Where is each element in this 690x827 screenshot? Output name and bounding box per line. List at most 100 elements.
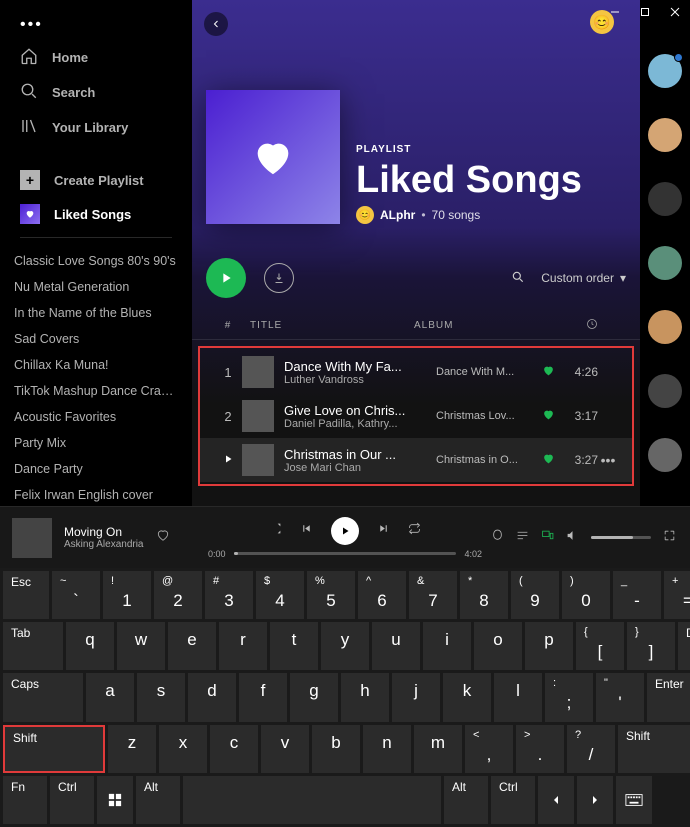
- track-row[interactable]: Christmas in Our ...Jose Mari Chan Chris…: [200, 438, 632, 482]
- key-space[interactable]: [183, 776, 441, 824]
- key-z[interactable]: z: [108, 725, 156, 773]
- key-0[interactable]: )0: [562, 571, 610, 619]
- sort-dropdown[interactable]: Custom order ▾: [541, 271, 626, 285]
- track-album[interactable]: Dance With M...: [436, 366, 536, 378]
- queue-button[interactable]: [516, 529, 529, 547]
- key-w[interactable]: w: [117, 622, 165, 670]
- repeat-button[interactable]: [408, 522, 421, 540]
- liked-icon[interactable]: [536, 452, 560, 468]
- key-c[interactable]: c: [210, 725, 258, 773]
- fullscreen-button[interactable]: [663, 529, 676, 547]
- friend-avatar[interactable]: [648, 438, 682, 472]
- liked-songs-nav[interactable]: Liked Songs: [0, 197, 192, 231]
- next-button[interactable]: [377, 522, 390, 540]
- key-j[interactable]: j: [392, 673, 440, 721]
- liked-icon[interactable]: [536, 408, 560, 424]
- liked-icon[interactable]: [536, 364, 560, 380]
- key-k[interactable]: k: [443, 673, 491, 721]
- key-a[interactable]: a: [86, 673, 134, 721]
- like-button[interactable]: [156, 528, 170, 547]
- key-ctrl[interactable]: Ctrl: [50, 776, 94, 824]
- friend-avatar[interactable]: [648, 54, 682, 88]
- key-arrow-left[interactable]: [538, 776, 574, 824]
- friend-avatar[interactable]: [648, 310, 682, 344]
- devices-button[interactable]: [541, 529, 554, 547]
- lyrics-button[interactable]: [491, 529, 504, 547]
- track-more-button[interactable]: •••: [598, 452, 618, 468]
- key-m[interactable]: m: [414, 725, 462, 773]
- key-shift[interactable]: Shift: [618, 725, 690, 773]
- key-`[interactable]: ~`: [52, 571, 100, 619]
- track-row[interactable]: 2 Give Love on Chris...Daniel Padilla, K…: [200, 394, 632, 438]
- playlist-item[interactable]: Classic Love Songs 80's 90's: [14, 248, 178, 274]
- playlist-item[interactable]: Sad Covers: [14, 326, 178, 352]
- playlist-item[interactable]: Dance Party: [14, 456, 178, 482]
- key-1[interactable]: !1: [103, 571, 151, 619]
- sidebar-home[interactable]: Home: [12, 40, 180, 75]
- key-6[interactable]: ^6: [358, 571, 406, 619]
- track-album[interactable]: Christmas Lov...: [436, 410, 536, 422]
- search-icon[interactable]: [511, 270, 525, 287]
- key-r[interactable]: r: [219, 622, 267, 670]
- shuffle-button[interactable]: [269, 522, 282, 540]
- key-l[interactable]: l: [494, 673, 542, 721]
- key-enter[interactable]: Enter: [647, 673, 690, 721]
- friend-avatar[interactable]: [648, 118, 682, 152]
- friend-avatar[interactable]: [648, 182, 682, 216]
- back-button[interactable]: [204, 12, 228, 36]
- friend-avatar[interactable]: [648, 374, 682, 408]
- sidebar-your-library[interactable]: Your Library: [12, 110, 180, 145]
- key-][interactable]: }]: [627, 622, 675, 670]
- track-artist[interactable]: Luther Vandross: [284, 374, 436, 386]
- key-[[interactable]: {[: [576, 622, 624, 670]
- key-caps[interactable]: Caps: [3, 673, 83, 721]
- key-f[interactable]: f: [239, 673, 287, 721]
- key-3[interactable]: #3: [205, 571, 253, 619]
- key-,[interactable]: <,: [465, 725, 513, 773]
- key-o[interactable]: o: [474, 622, 522, 670]
- minimize-button[interactable]: [600, 0, 630, 24]
- friend-avatar[interactable]: [648, 246, 682, 280]
- app-menu-button[interactable]: •••: [20, 16, 43, 34]
- key-4[interactable]: $4: [256, 571, 304, 619]
- key-i[interactable]: i: [423, 622, 471, 670]
- key-p[interactable]: p: [525, 622, 573, 670]
- key-esc[interactable]: Esc: [3, 571, 49, 619]
- key-y[interactable]: y: [321, 622, 369, 670]
- key-v[interactable]: v: [261, 725, 309, 773]
- key-5[interactable]: %5: [307, 571, 355, 619]
- key-t[interactable]: t: [270, 622, 318, 670]
- key-2[interactable]: @2: [154, 571, 202, 619]
- key-e[interactable]: e: [168, 622, 216, 670]
- col-album[interactable]: ALBUM: [414, 320, 534, 331]
- volume-slider[interactable]: [591, 536, 651, 539]
- playlist-owner[interactable]: ALphr: [380, 208, 415, 222]
- key-keyboard-toggle[interactable]: [616, 776, 652, 824]
- maximize-button[interactable]: [630, 0, 660, 24]
- key-g[interactable]: g: [290, 673, 338, 721]
- now-playing-title[interactable]: Moving On: [64, 525, 144, 539]
- key-windows[interactable]: [97, 776, 133, 824]
- key-.[interactable]: >.: [516, 725, 564, 773]
- key-shift[interactable]: Shift: [3, 725, 105, 773]
- playlist-item[interactable]: TikTok Mashup Dance Craze...: [14, 378, 178, 404]
- col-title[interactable]: TITLE: [242, 320, 414, 331]
- track-artist[interactable]: Daniel Padilla, Kathry...: [284, 418, 436, 430]
- sidebar-search[interactable]: Search: [12, 75, 180, 110]
- key--[interactable]: _-: [613, 571, 661, 619]
- playlist-item[interactable]: In the Name of the Blues: [14, 300, 178, 326]
- key-arrow-right[interactable]: [577, 776, 613, 824]
- key-/[interactable]: ?/: [567, 725, 615, 773]
- previous-button[interactable]: [300, 522, 313, 540]
- key-7[interactable]: &7: [409, 571, 457, 619]
- key-u[interactable]: u: [372, 622, 420, 670]
- playlist-item[interactable]: Acoustic Favorites: [14, 404, 178, 430]
- create-playlist-button[interactable]: + Create Playlist: [0, 163, 192, 197]
- playlist-item[interactable]: Party Mix: [14, 430, 178, 456]
- playlist-item[interactable]: Felix Irwan English cover: [14, 482, 178, 508]
- close-button[interactable]: [660, 0, 690, 24]
- now-playing-art[interactable]: [12, 518, 52, 558]
- play-pause-button[interactable]: [331, 517, 359, 545]
- progress-bar[interactable]: [234, 552, 457, 555]
- key-tab[interactable]: Tab: [3, 622, 63, 670]
